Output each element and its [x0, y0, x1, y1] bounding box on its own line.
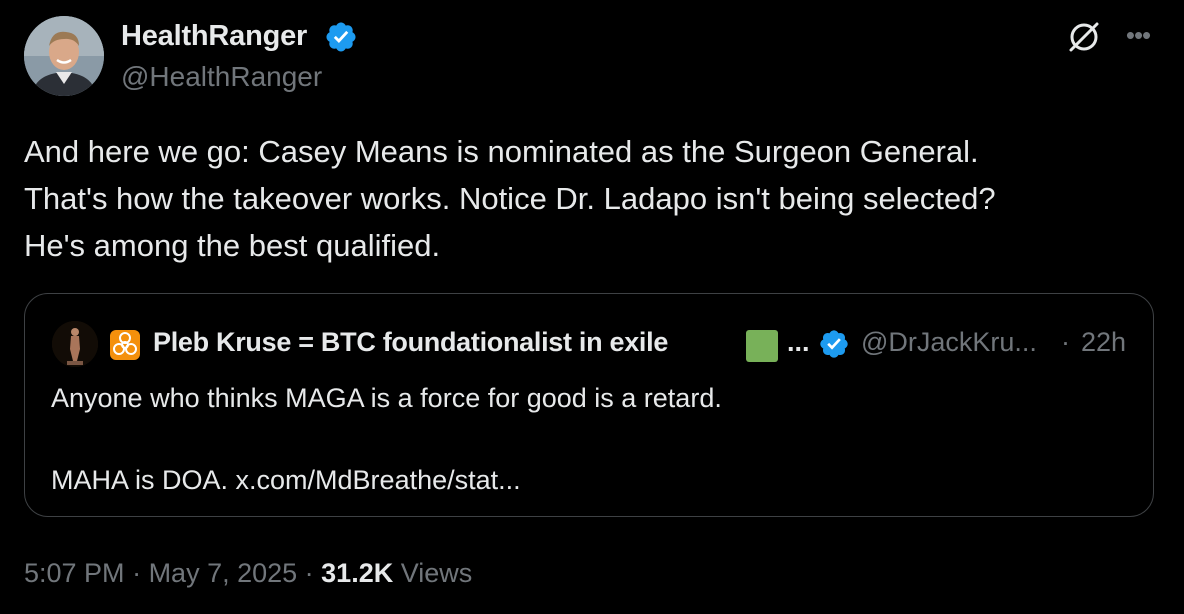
quoted-text-line: MAHA is DOA. x.com/MdBreathe/stat...: [51, 465, 521, 495]
author-name[interactable]: HealthRanger: [121, 20, 307, 53]
tweet-text-line: That's how the takeover works. Notice Dr…: [24, 181, 996, 216]
author-handle[interactable]: @HealthRanger: [121, 61, 322, 93]
quoted-author-name[interactable]: Pleb Kruse = BTC foundationalist in exil…: [153, 327, 668, 358]
meta-separator: ·: [124, 558, 149, 588]
tweet-text-line: He's among the best qualified.: [24, 228, 441, 263]
green-square-icon: [746, 330, 778, 362]
meta-separator: ·: [297, 558, 322, 588]
quoted-name-ellipsis: ...: [787, 327, 810, 357]
tweet-date[interactable]: May 7, 2025: [149, 558, 298, 588]
quoted-tweet-card[interactable]: Pleb Kruse = BTC foundationalist in exil…: [24, 293, 1154, 517]
verified-badge-icon[interactable]: [818, 328, 850, 360]
views-count[interactable]: 31.2K: [321, 558, 393, 588]
quoted-tweet-text: Anyone who thinks MAGA is a force for go…: [51, 378, 722, 501]
tweet-time[interactable]: 5:07 PM: [24, 558, 125, 588]
verified-badge-icon[interactable]: [324, 20, 358, 54]
author-avatar[interactable]: [24, 16, 104, 96]
avatar-photo: [24, 16, 104, 96]
views-label[interactable]: Views: [393, 558, 473, 588]
quoted-separator: ·: [1061, 327, 1070, 357]
quoted-timestamp[interactable]: 22h: [1081, 327, 1126, 358]
grok-icon[interactable]: [1066, 19, 1102, 55]
quoted-text-line: [51, 419, 722, 460]
quoted-author-handle[interactable]: @DrJackKru...: [861, 327, 1037, 358]
tweet-meta: 5:07 PM · May 7, 2025 · 31.2K Views: [24, 558, 472, 589]
more-icon[interactable]: •••: [1118, 20, 1158, 50]
biohazard-icon: [110, 330, 140, 360]
quoted-text-line: Anyone who thinks MAGA is a force for go…: [51, 383, 722, 413]
statue-avatar-image: [52, 321, 98, 367]
quoted-author-avatar[interactable]: [52, 321, 98, 367]
tweet-text-line: And here we go: Casey Means is nominated…: [24, 134, 979, 169]
tweet-text: And here we go: Casey Means is nominated…: [24, 128, 1154, 269]
tweet: HealthRanger @HealthRanger ••• And here …: [0, 0, 1184, 614]
